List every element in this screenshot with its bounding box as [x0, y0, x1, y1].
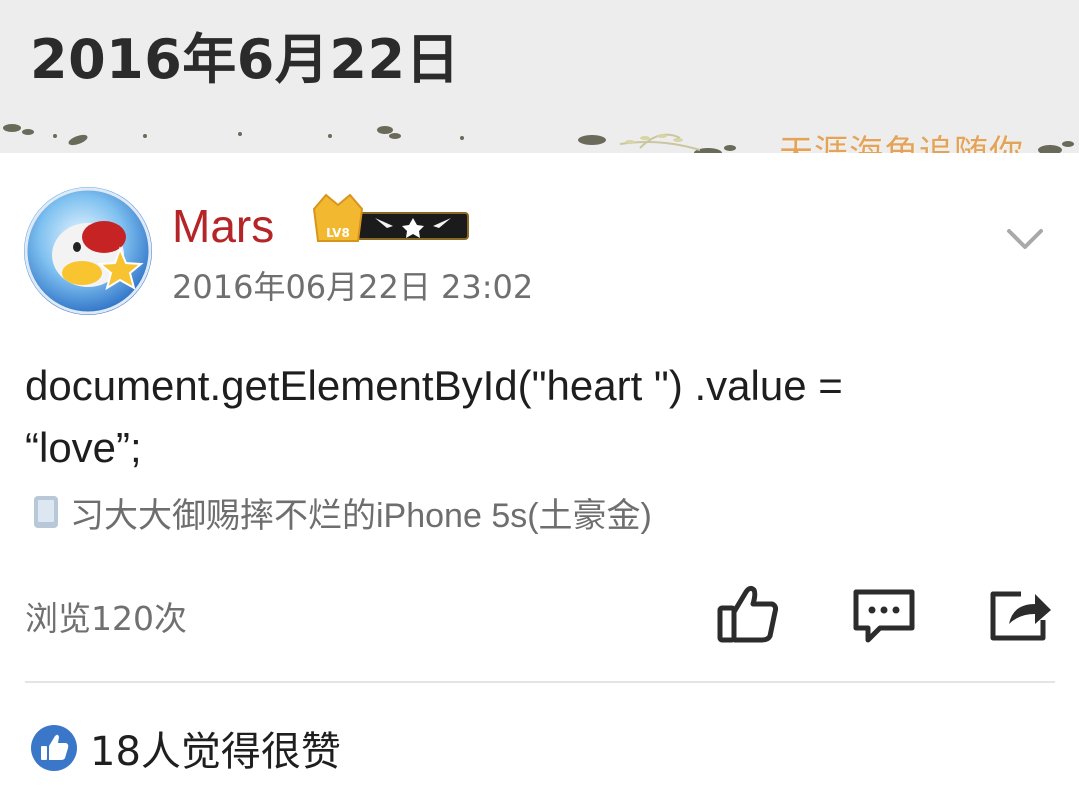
device-info: 习大大御赐摔不烂的iPhone 5s(土豪金) [30, 490, 652, 535]
chevron-down-icon[interactable] [1003, 222, 1048, 256]
post-content-line: document.getElementById("heart ") .value… [25, 362, 843, 409]
post-content-line: “love”; [25, 424, 142, 471]
post-content: document.getElementById("heart ") .value… [25, 355, 1055, 479]
level-badge-label: LV8 [326, 226, 350, 240]
share-icon[interactable] [985, 584, 1055, 644]
post-timestamp: 2016年06月22日 23:02 [172, 268, 534, 306]
date-heading: 2016年6月22日 [30, 28, 461, 91]
thumbs-up-icon[interactable] [716, 582, 780, 644]
view-count: 浏览120次 [25, 599, 187, 638]
device-text: 习大大御赐摔不烂的iPhone 5s(土豪金) [70, 496, 652, 535]
avatar-image [24, 187, 152, 315]
date-header: 2016年6月22日 天涯海角追随你 [0, 0, 1079, 153]
likes-text: 18人觉得很赞 [90, 729, 341, 775]
divider [25, 681, 1055, 683]
username[interactable]: Mars [172, 203, 274, 249]
likes-summary[interactable]: 18人觉得很赞 [30, 722, 341, 775]
banner-text: 天涯海角追随你 [779, 133, 1024, 153]
thumbs-up-circle-icon [31, 725, 77, 771]
comment-bubble-icon[interactable] [850, 586, 918, 646]
avatar[interactable] [22, 185, 154, 317]
phone-icon [34, 496, 58, 528]
level-badge-icon: LV8 [312, 193, 469, 242]
